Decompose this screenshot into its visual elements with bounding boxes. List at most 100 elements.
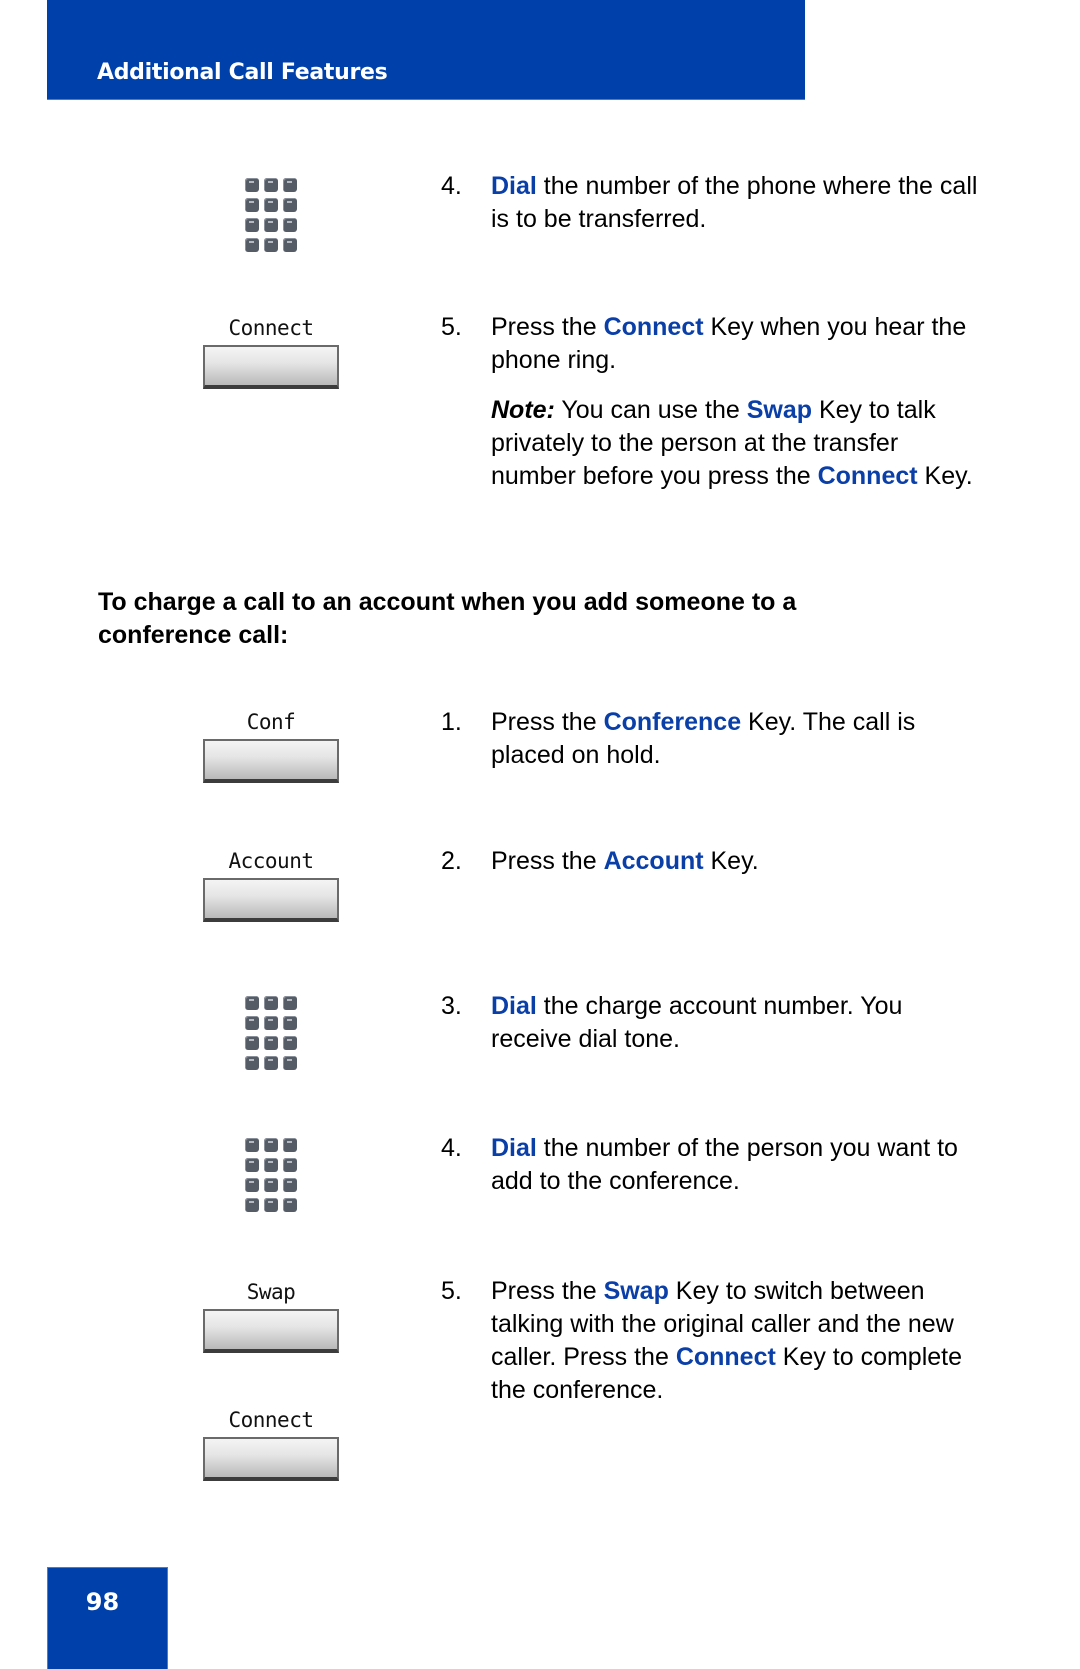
dialpad-icon — [245, 178, 297, 252]
dialpad-key — [245, 218, 259, 232]
dialpad-key — [283, 178, 297, 192]
dialpad-key — [245, 1138, 259, 1152]
text-run: the number of the phone where the call i… — [491, 172, 978, 233]
step-number: 1. — [441, 708, 462, 736]
softkey-label: Account — [228, 849, 314, 873]
conf-softkey: Conf — [203, 710, 339, 783]
dialpad-key — [283, 1178, 297, 1192]
dialpad-key — [264, 1198, 278, 1212]
dialpad-icon — [245, 996, 297, 1070]
key-name-highlight: Connect — [675, 1343, 776, 1371]
text-run: You can use the — [554, 396, 747, 424]
key-name-highlight: Dial — [491, 992, 537, 1020]
dialpad-key — [245, 1056, 259, 1070]
dialpad-key — [264, 218, 278, 232]
dialpad-key — [264, 996, 278, 1010]
dialpad-key — [264, 198, 278, 212]
dialpad-key — [245, 238, 259, 252]
dialpad-key — [283, 1158, 297, 1172]
text-run: Key. — [917, 462, 973, 490]
dialpad-key — [264, 238, 278, 252]
key-name-highlight: Connect — [603, 313, 704, 341]
chapter-title: Additional Call Features — [97, 60, 388, 85]
dialpad-key — [264, 1016, 278, 1030]
section-heading: To charge a call to an account when you … — [98, 588, 797, 649]
step-text: Press the Connect Key when you hear the … — [491, 311, 981, 377]
account-key-icon — [203, 878, 339, 922]
connect-softkey: Connect — [203, 1408, 339, 1481]
dialpad-key — [264, 1138, 278, 1152]
note-label: Note: — [491, 396, 555, 424]
conf-key-icon — [203, 739, 339, 783]
dialpad-key — [283, 218, 297, 232]
step-item: 5. Press the Swap Key to switch between … — [441, 1275, 981, 1407]
step-number: 4. — [441, 172, 462, 200]
step-number: 2. — [441, 847, 462, 875]
dialpad-key — [264, 1158, 278, 1172]
step-text: Press the Conference Key. The call is pl… — [491, 706, 981, 772]
text-run: Press the — [491, 708, 604, 736]
softkey-label: Conf — [246, 710, 296, 734]
dialpad-key — [283, 1016, 297, 1030]
connect-key-icon — [203, 345, 339, 389]
step-item: 3. Dial the charge account number. You r… — [441, 990, 981, 1056]
key-name-highlight: Dial — [491, 172, 537, 200]
step-text: Dial the number of the person you want t… — [491, 1132, 981, 1198]
dialpad-icon — [245, 1138, 297, 1212]
step-number: 5. — [441, 313, 462, 341]
dialpad-key — [245, 178, 259, 192]
text-run: Press the — [491, 313, 604, 341]
dialpad-key — [245, 1016, 259, 1030]
dialpad-key — [283, 996, 297, 1010]
dialpad-key — [245, 198, 259, 212]
step-text: Press the Account Key. — [491, 845, 981, 878]
step-number: 3. — [441, 992, 462, 1020]
softkey-label: Connect — [228, 1408, 314, 1432]
dialpad-key — [264, 178, 278, 192]
key-name-highlight: Dial — [491, 1134, 537, 1162]
dialpad-key — [264, 1178, 278, 1192]
dialpad-key — [245, 1158, 259, 1172]
key-name-highlight: Connect — [817, 462, 918, 490]
text-run: the charge account number. You receive d… — [491, 992, 903, 1053]
step-number: 5. — [441, 1277, 462, 1305]
swap-softkey: Swap — [203, 1280, 339, 1353]
dialpad-key — [264, 1036, 278, 1050]
chapter-header: Additional Call Features — [47, 0, 805, 100]
text-run: Key. — [703, 847, 759, 875]
dialpad-key — [283, 1056, 297, 1070]
step-text: Press the Swap Key to switch between tal… — [491, 1275, 981, 1407]
dialpad-key — [245, 996, 259, 1010]
dialpad-key — [245, 1198, 259, 1212]
account-softkey: Account — [203, 849, 339, 922]
text-run: the number of the person you want to add… — [491, 1134, 958, 1195]
softkey-label: Swap — [246, 1280, 296, 1304]
page-number-box: 98 — [47, 1567, 168, 1669]
step-item: 5. Press the Connect Key when you hear t… — [441, 311, 981, 377]
key-name-highlight: Swap — [603, 1277, 669, 1305]
dialpad-key — [283, 238, 297, 252]
text-run: Press the — [491, 847, 604, 875]
step-item: 4. Dial the number of the phone where th… — [441, 170, 981, 236]
dialpad-key — [283, 1198, 297, 1212]
note-text: Note: You can use the Swap Key to talk p… — [491, 394, 981, 493]
key-name-highlight: Conference — [603, 708, 742, 736]
dialpad-key — [283, 1138, 297, 1152]
connect-key-icon — [203, 1437, 339, 1481]
step-text: Dial the number of the phone where the c… — [491, 170, 981, 236]
step-item: 4. Dial the number of the person you wan… — [441, 1132, 981, 1198]
dialpad-key — [283, 1036, 297, 1050]
step-number: 4. — [441, 1134, 462, 1162]
step-item: 1. Press the Conference Key. The call is… — [441, 706, 981, 772]
softkey-label: Connect — [228, 316, 314, 340]
dialpad-key — [245, 1036, 259, 1050]
text-run: Press the — [491, 1277, 604, 1305]
dialpad-key — [245, 1178, 259, 1192]
page-number: 98 — [85, 1588, 120, 1616]
key-name-highlight: Swap — [746, 396, 813, 424]
dialpad-key — [283, 198, 297, 212]
dialpad-key — [264, 1056, 278, 1070]
step-text: Dial the charge account number. You rece… — [491, 990, 981, 1056]
swap-key-icon — [203, 1309, 339, 1353]
step-item: 2. Press the Account Key. — [441, 845, 981, 878]
